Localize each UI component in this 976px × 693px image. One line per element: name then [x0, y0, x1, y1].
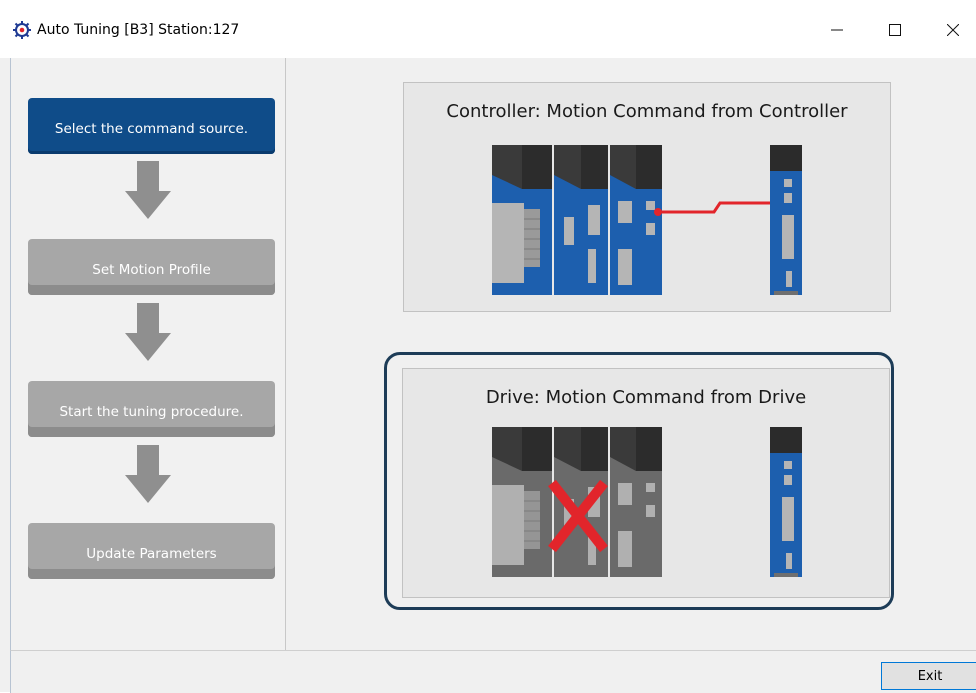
exit-label: Exit	[917, 668, 943, 684]
step-set-motion-profile[interactable]: Set Motion Profile	[28, 239, 275, 295]
window-title: Auto Tuning [B3] Station:127	[37, 22, 240, 38]
minimize-icon	[831, 29, 843, 31]
communication-link-line	[654, 199, 790, 216]
step-sidebar: Select the command source. Set Motion Pr…	[10, 58, 286, 650]
maximize-icon	[889, 24, 901, 36]
step-label: Select the command source.	[54, 121, 249, 137]
step-label: Start the tuning procedure.	[59, 404, 244, 420]
option-controller-card[interactable]: Controller: Motion Command from Controll…	[403, 82, 891, 312]
down-arrow-icon	[125, 303, 171, 361]
step-label: Set Motion Profile	[92, 262, 211, 278]
auto-tuning-window: Auto Tuning [B3] Station:127 Select the …	[0, 0, 976, 693]
option-controller-title: Controller: Motion Command from Controll…	[446, 101, 848, 122]
servo-drive-image	[770, 145, 802, 295]
controller-drive-illustration	[492, 145, 802, 295]
title-bar[interactable]: Auto Tuning [B3] Station:127	[0, 0, 976, 58]
maximize-button[interactable]	[872, 14, 918, 46]
footer-bar	[10, 650, 976, 693]
plc-rack-image	[492, 145, 662, 295]
close-button[interactable]	[930, 14, 976, 46]
close-icon	[947, 24, 959, 36]
step-select-command-source[interactable]: Select the command source.	[28, 98, 275, 154]
step-start-tuning[interactable]: Start the tuning procedure.	[28, 381, 275, 437]
down-arrow-icon	[125, 445, 171, 503]
down-arrow-icon	[125, 161, 171, 219]
minimize-button[interactable]	[814, 14, 860, 46]
gear-icon	[13, 21, 31, 39]
step-label: Update Parameters	[86, 546, 217, 562]
step-update-parameters[interactable]: Update Parameters	[28, 523, 275, 579]
selected-option-highlight	[384, 352, 894, 610]
exit-button[interactable]: Exit	[881, 662, 976, 690]
